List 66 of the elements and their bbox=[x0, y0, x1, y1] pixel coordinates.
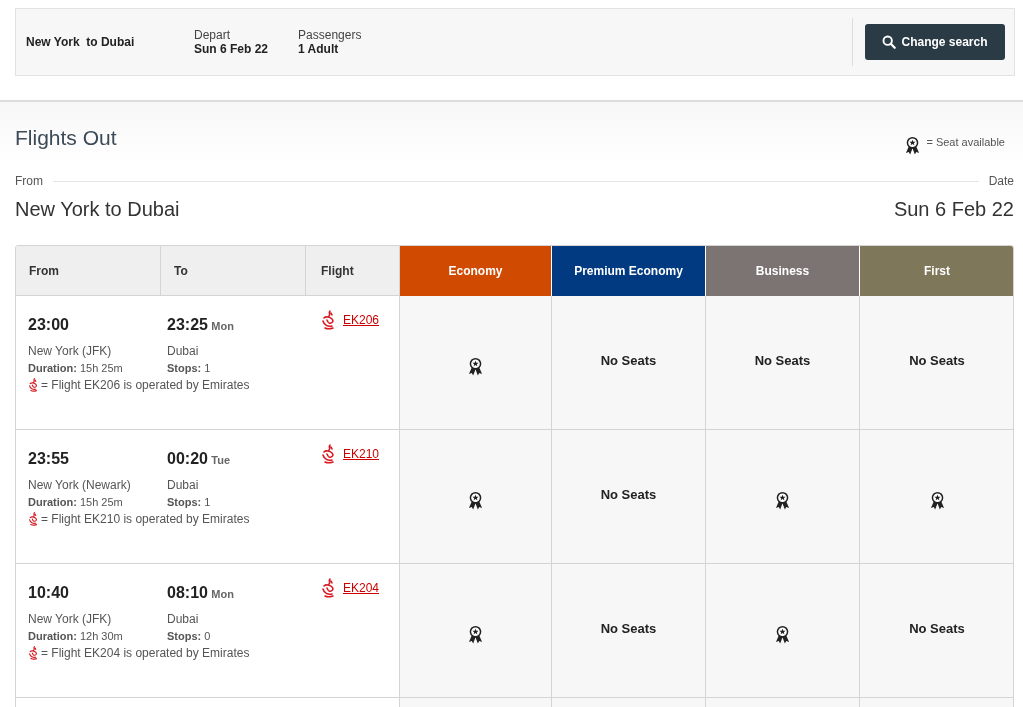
origin-airport: New York (Newark) bbox=[28, 478, 132, 492]
date-label: Date bbox=[988, 174, 1014, 188]
no-seats-text: No Seats bbox=[600, 486, 657, 502]
arrive-time: 00:20 bbox=[167, 450, 208, 467]
section-title: Flights Out bbox=[15, 125, 117, 150]
arrive-day: Mon bbox=[211, 588, 234, 600]
airline-logo-icon bbox=[319, 578, 336, 598]
legend-text: = Seat available bbox=[926, 135, 1005, 148]
depart-time: 23:00 bbox=[28, 316, 70, 334]
seat-available-icon bbox=[468, 625, 483, 644]
date-title: Sun 6 Feb 22 bbox=[893, 198, 1014, 221]
route-title: New York to Dubai bbox=[15, 198, 180, 221]
cabin-header: First bbox=[860, 246, 1013, 296]
seat-available-icon bbox=[775, 491, 790, 510]
arrive-day: Tue bbox=[211, 454, 230, 466]
column-header: Flight bbox=[306, 246, 400, 296]
depart-time: 10:40 bbox=[28, 584, 70, 602]
airline-logo-icon bbox=[319, 310, 336, 330]
depart-time: 23:55 bbox=[28, 450, 70, 468]
seat-available-icon bbox=[905, 136, 921, 155]
operator-note: = Flight EK204 is operated by Emirates bbox=[41, 646, 250, 660]
summary-label: Passengers bbox=[298, 28, 362, 42]
airline-logo-icon bbox=[28, 646, 38, 660]
destination: Dubai bbox=[167, 344, 200, 358]
destination: Dubai bbox=[167, 612, 200, 626]
no-seats-text: No Seats bbox=[909, 620, 965, 636]
seat-available-icon bbox=[468, 357, 483, 376]
search-icon bbox=[882, 35, 897, 49]
column-header: To bbox=[161, 246, 306, 296]
seat-available-icon bbox=[775, 625, 790, 644]
airline-logo-icon bbox=[28, 512, 38, 526]
seat-available-icon bbox=[468, 491, 483, 510]
no-seats-text: No Seats bbox=[754, 352, 811, 368]
operator-note: = Flight EK210 is operated by Emirates bbox=[41, 512, 250, 526]
arrive-time: 23:25 bbox=[167, 316, 208, 333]
from-label: From bbox=[15, 174, 43, 188]
duration-text: Duration: 12h 30m bbox=[28, 630, 124, 642]
flight-number-link[interactable]: EK210 bbox=[342, 447, 379, 461]
operator-note: = Flight EK206 is operated by Emirates bbox=[41, 378, 250, 392]
airline-logo-icon bbox=[28, 378, 38, 392]
cabin-header: Economy bbox=[400, 246, 552, 296]
arrive-time: 08:10 bbox=[167, 584, 208, 601]
stops-text: Stops: 1 bbox=[167, 496, 212, 508]
summary-value: Sun 6 Feb 22 bbox=[194, 42, 269, 56]
arrive-day: Mon bbox=[211, 320, 234, 332]
cabin-header: Business bbox=[706, 246, 860, 296]
duration-text: Duration: 15h 25m bbox=[28, 362, 124, 374]
stops-text: Stops: 1 bbox=[167, 362, 212, 374]
summary-value: 1 Adult bbox=[298, 42, 340, 56]
duration-text: Duration: 15h 25m bbox=[28, 496, 124, 508]
change-search-button[interactable]: Change search bbox=[865, 24, 1005, 60]
flight-number-link[interactable]: EK204 bbox=[342, 581, 379, 595]
cabin-header: Premium Economy bbox=[552, 246, 706, 296]
destination: Dubai bbox=[167, 478, 200, 492]
column-header: From bbox=[16, 246, 161, 296]
flight-number-link[interactable]: EK206 bbox=[342, 313, 379, 327]
no-seats-text: No Seats bbox=[909, 352, 965, 368]
stops-text: Stops: 0 bbox=[167, 630, 212, 642]
summary-label: Depart bbox=[194, 28, 232, 42]
route-summary: New York to Dubai bbox=[26, 35, 136, 49]
no-seats-text: No Seats bbox=[600, 352, 657, 368]
seat-available-icon bbox=[929, 491, 945, 510]
airline-logo-icon bbox=[319, 444, 336, 464]
origin-airport: New York (JFK) bbox=[28, 344, 113, 358]
no-seats-text: No Seats bbox=[600, 620, 657, 636]
origin-airport: New York (JFK) bbox=[28, 612, 113, 626]
